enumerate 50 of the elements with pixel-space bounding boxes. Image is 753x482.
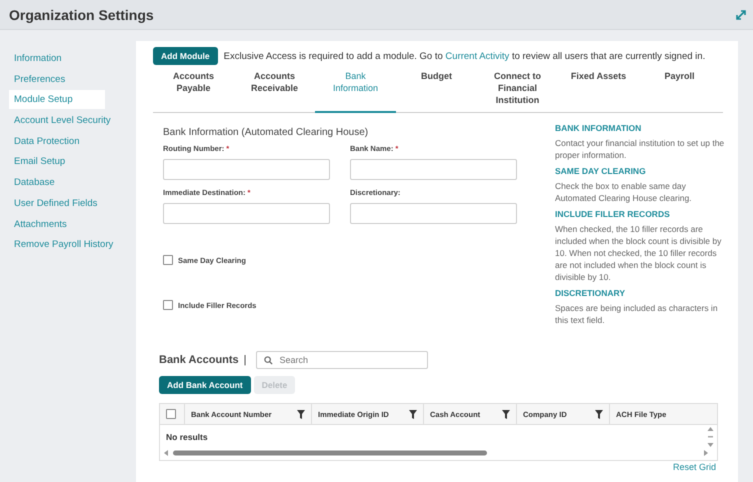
- vertical-scrollbar[interactable]: [707, 426, 714, 448]
- tab[interactable]: Fixed Assets: [558, 70, 639, 113]
- current-activity-link[interactable]: Current Activity: [445, 50, 510, 62]
- tab[interactable]: Bank Information: [315, 70, 396, 113]
- sidebar-item[interactable]: Information: [9, 49, 105, 68]
- filter-icon[interactable]: [409, 410, 417, 418]
- help-text: When checked, the 10 filler records are included when the block count is divisible by 10. When not checked, the 10 filler records are not included when the block count is divisible by 10.: [555, 223, 722, 283]
- sidebar-item[interactable]: Attachments: [9, 214, 105, 234]
- reset-grid-link[interactable]: Reset Grid: [672, 462, 716, 472]
- tab[interactable]: Accounts Receivable: [234, 70, 315, 113]
- checkbox[interactable]: [163, 300, 173, 310]
- sidebar-item[interactable]: User Defined Fields: [9, 194, 105, 213]
- section-title: Bank Accounts: [159, 354, 239, 366]
- sidebar-item[interactable]: Data Protection: [9, 132, 105, 151]
- help-heading: BANK INFORMATION: [555, 123, 642, 133]
- separator: |: [244, 354, 247, 366]
- sidebar-item[interactable]: Email Setup: [9, 152, 105, 172]
- input-field[interactable]: [163, 159, 330, 180]
- add-module-button[interactable]: Add Module: [153, 47, 218, 65]
- access-notice: Exclusive Access is required to add a module. Go to Current Activity to review all users that are currently signed in.: [224, 50, 706, 62]
- filter-icon[interactable]: [595, 410, 603, 418]
- help-heading: SAME DAY CLEARING: [555, 166, 647, 176]
- expand-icon[interactable]: [736, 10, 746, 20]
- tab[interactable]: Connect to Financial Institution: [477, 70, 558, 113]
- help-text: Contact your financial institution to set up the proper information.: [555, 137, 725, 161]
- page-title: Organization Settings: [9, 6, 154, 22]
- help-text: Spaces are being included as characters in this text field.: [555, 302, 719, 326]
- tab[interactable]: Accounts Payable: [153, 70, 234, 113]
- horizontal-scrollbar[interactable]: [163, 449, 709, 457]
- help-text: Check the box to enable same day Automated Clearing House clearing.: [555, 180, 693, 204]
- help-heading: INCLUDE FILLER RECORDS: [555, 209, 671, 219]
- empty-message: No results: [166, 432, 208, 442]
- sidebar-item[interactable]: Module Setup: [9, 90, 105, 110]
- tab[interactable]: Payroll: [639, 70, 720, 113]
- select-all-checkbox[interactable]: [166, 409, 176, 419]
- input-field[interactable]: [350, 203, 517, 224]
- sidebar-item[interactable]: Remove Payroll History: [9, 235, 118, 254]
- search-field[interactable]: Search: [256, 351, 428, 369]
- sidebar-item[interactable]: Preferences: [9, 70, 105, 89]
- filter-icon[interactable]: [502, 410, 510, 418]
- section-title: Bank Information (Automated Clearing House): [163, 127, 370, 138]
- input-field[interactable]: [163, 203, 330, 224]
- help-heading: DISCRETIONARY: [555, 288, 626, 298]
- tab[interactable]: Budget: [396, 70, 477, 113]
- sidebar-item[interactable]: Account Level Security: [9, 111, 116, 130]
- add-button[interactable]: Add Bank Account: [159, 376, 251, 394]
- filter-icon[interactable]: [297, 410, 305, 418]
- sidebar-item[interactable]: Database: [9, 173, 105, 192]
- input-field[interactable]: [350, 159, 517, 180]
- checkbox[interactable]: [163, 255, 173, 265]
